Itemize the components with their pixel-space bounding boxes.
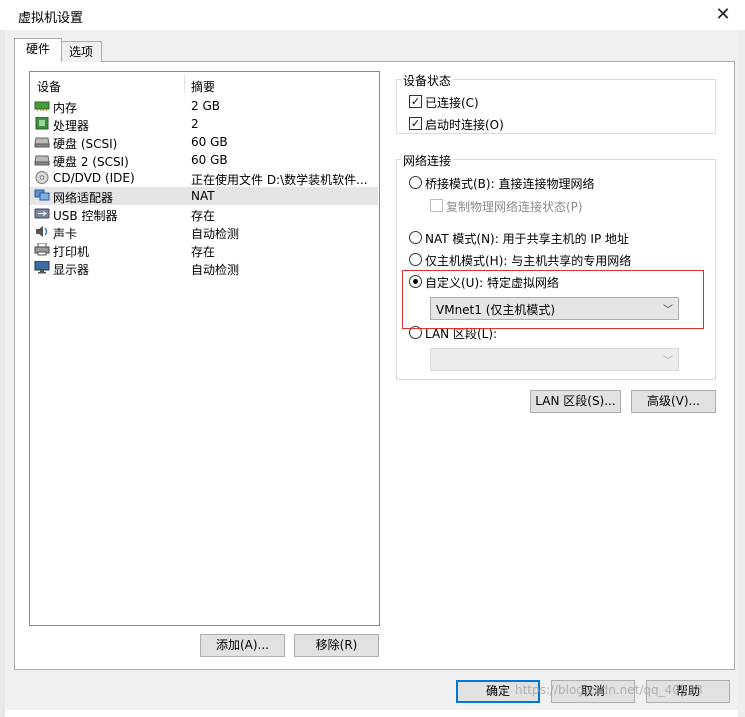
- window-title: 虚拟机设置: [18, 11, 84, 26]
- replicate-state-label[interactable]: 复制物理网络连接状态(P): [446, 198, 583, 215]
- close-button[interactable]: ✕: [712, 4, 734, 26]
- memory-icon: [34, 101, 50, 111]
- device-row-usb[interactable]: USB 控制器 存在: [30, 205, 378, 223]
- device-name: 打印机: [53, 245, 90, 259]
- device-name: 硬盘 2 (SCSI): [53, 155, 129, 169]
- connect-at-power-on-checkbox[interactable]: ✓: [409, 117, 422, 130]
- device-row-memory[interactable]: 内存 2 GB: [30, 97, 378, 115]
- printer-icon: [34, 243, 50, 256]
- display-icon: [34, 261, 50, 274]
- device-summary: 60 GB: [191, 153, 228, 167]
- device-name: 内存: [53, 101, 78, 115]
- device-row-harddisk[interactable]: 硬盘 (SCSI) 60 GB: [30, 133, 378, 151]
- host-only-radio[interactable]: [409, 253, 422, 266]
- connected-checkbox[interactable]: ✓: [409, 95, 422, 108]
- column-divider: [184, 74, 185, 94]
- device-summary: 自动检测: [191, 263, 240, 277]
- harddisk-icon: [34, 137, 50, 148]
- advanced-button[interactable]: 高级(V)...: [631, 390, 716, 413]
- device-summary: 自动检测: [191, 227, 240, 241]
- device-summary: 存在: [191, 209, 216, 223]
- device-summary: 2: [191, 117, 199, 131]
- device-summary: 存在: [191, 245, 216, 259]
- device-summary: NAT: [191, 189, 215, 203]
- device-row-processor[interactable]: 处理器 2: [30, 115, 378, 133]
- cd-dvd-icon: [35, 171, 49, 184]
- device-status-title: 设备状态: [401, 72, 454, 89]
- tab-hardware[interactable]: 硬件: [14, 38, 62, 62]
- harddisk-icon: [34, 155, 50, 166]
- bridged-radio[interactable]: [409, 176, 422, 189]
- nat-radio[interactable]: [409, 231, 422, 244]
- device-column-header[interactable]: 设备: [37, 78, 61, 95]
- connect-at-power-on-label[interactable]: 启动时连接(O): [425, 116, 504, 133]
- bridged-label[interactable]: 桥接模式(B): 直接连接物理网络: [425, 175, 594, 192]
- device-name: CD/DVD (IDE): [53, 171, 135, 185]
- remove-device-button[interactable]: 移除(R): [294, 634, 379, 657]
- device-row-harddisk-2[interactable]: 硬盘 2 (SCSI) 60 GB: [30, 151, 378, 169]
- network-adapter-icon: [34, 189, 50, 201]
- device-summary: 2 GB: [191, 99, 220, 113]
- host-only-label[interactable]: 仅主机模式(H): 与主机共享的专用网络: [425, 252, 631, 269]
- connected-label[interactable]: 已连接(C): [425, 94, 479, 111]
- annotation-highlight-box: [402, 270, 704, 329]
- summary-column-header[interactable]: 摘要: [191, 78, 215, 95]
- device-name: 声卡: [53, 227, 78, 241]
- replicate-state-checkbox[interactable]: [430, 199, 443, 212]
- device-row-network-adapter[interactable]: 网络适配器 NAT: [30, 187, 378, 205]
- device-name: 硬盘 (SCSI): [53, 137, 118, 151]
- network-connection-title: 网络连接: [401, 152, 454, 169]
- device-name: USB 控制器: [53, 209, 118, 223]
- device-name: 显示器: [53, 263, 90, 277]
- device-row-display[interactable]: 显示器 自动检测: [30, 259, 378, 277]
- tab-options[interactable]: 选项: [60, 41, 102, 62]
- nat-label[interactable]: NAT 模式(N): 用于共享主机的 IP 地址: [425, 230, 629, 247]
- device-row-cd-dvd[interactable]: CD/DVD (IDE) 正在使用文件 D:\数学装机软件...: [30, 169, 378, 187]
- device-summary: 60 GB: [191, 135, 228, 149]
- device-name: 处理器: [53, 119, 90, 133]
- device-name: 网络适配器: [53, 191, 114, 205]
- title-bar: [0, 0, 745, 30]
- device-summary: 正在使用文件 D:\数学装机软件...: [191, 173, 368, 187]
- device-row-printer[interactable]: 打印机 存在: [30, 241, 378, 259]
- chevron-down-icon: ﹀: [663, 356, 673, 367]
- lan-segment-select[interactable]: ﹀: [430, 348, 679, 371]
- lan-segments-button[interactable]: LAN 区段(S)...: [530, 390, 621, 413]
- processor-icon: [35, 117, 49, 130]
- add-device-button[interactable]: 添加(A)...: [200, 634, 285, 657]
- usb-icon: [34, 208, 50, 219]
- background-window-edge: [738, 30, 745, 717]
- sound-card-icon: [36, 226, 48, 237]
- device-row-sound-card[interactable]: 声卡 自动检测: [30, 223, 378, 241]
- watermark-text: https://blog.csdn.net/qq_40933: [515, 683, 703, 697]
